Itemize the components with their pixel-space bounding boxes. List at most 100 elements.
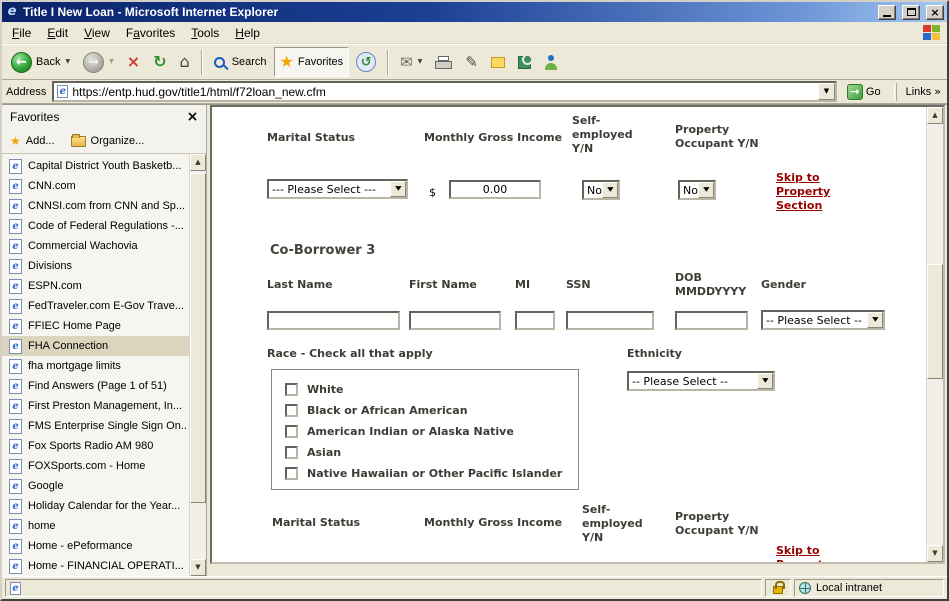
favorite-item[interactable]: e CNN.com <box>2 176 189 196</box>
favorite-item[interactable]: e Code of Federal Regulations -... <box>2 216 189 236</box>
close-button[interactable]: × <box>926 5 944 20</box>
favorite-item[interactable]: e fha mortgage limits <box>2 356 189 376</box>
favorite-item[interactable]: e FedTraveler.com E-Gov Trave... <box>2 296 189 316</box>
scrollbar-thumb[interactable] <box>190 173 206 503</box>
ie-favorite-icon: e <box>9 279 22 294</box>
favorite-item[interactable]: e Google <box>2 476 189 496</box>
stop-button[interactable]: × <box>121 47 146 77</box>
messenger-button[interactable] <box>538 47 564 77</box>
mail-dropdown-icon[interactable]: ▼ <box>418 59 423 65</box>
skip-to-property-link[interactable]: Skip to Property Section <box>776 171 838 213</box>
gender-select[interactable]: -- Please Select -- ▼ <box>761 310 885 330</box>
toolbar-separator <box>387 50 389 75</box>
links-toolbar[interactable]: Links » <box>906 86 943 98</box>
favorite-item[interactable]: e FMS Enterprise Single Sign On... <box>2 416 189 436</box>
race-checkbox[interactable] <box>285 404 298 417</box>
minimize-button[interactable] <box>878 5 896 20</box>
menu-item[interactable]: Favorites <box>118 23 183 43</box>
add-favorite-button[interactable]: ★ Add... <box>10 135 55 147</box>
close-favorites-button[interactable]: × <box>184 109 201 126</box>
race-checkbox[interactable] <box>285 383 298 396</box>
favorite-item[interactable]: e ESPN.com <box>2 276 189 296</box>
page-scrollbar[interactable]: ▲ ▼ <box>926 107 943 562</box>
home-button[interactable]: ⌂ <box>174 47 196 77</box>
last-name-input[interactable] <box>267 311 400 330</box>
research-icon <box>518 56 531 69</box>
favorite-item[interactable]: e Find Answers (Page 1 of 51) <box>2 376 189 396</box>
scrollbar-track[interactable] <box>927 124 943 545</box>
dropdown-button[interactable]: ▼ <box>390 181 406 197</box>
address-url[interactable]: https://entp.hud.gov/title1/html/f72loan… <box>72 85 814 99</box>
race-checkbox[interactable] <box>285 425 298 438</box>
ie-favorite-icon: e <box>9 519 22 534</box>
links-drag-handle[interactable] <box>894 83 897 101</box>
monthly-income-input[interactable] <box>449 180 541 199</box>
favorite-item[interactable]: e First Preston Management, In... <box>2 396 189 416</box>
scroll-down-button[interactable]: ▼ <box>190 559 206 576</box>
dropdown-button[interactable]: ▼ <box>602 182 618 198</box>
history-button[interactable]: ↺ <box>350 47 382 77</box>
dropdown-button[interactable]: ▼ <box>867 312 883 328</box>
go-button[interactable]: → Go <box>843 84 885 100</box>
self-employed-select[interactable]: No ▼ <box>582 180 620 200</box>
research-button[interactable] <box>512 47 537 77</box>
favorite-item[interactable]: e CNNSI.com from CNN and Sp... <box>2 196 189 216</box>
print-button[interactable] <box>429 47 458 77</box>
favorites-button[interactable]: ★ Favorites <box>274 47 350 77</box>
favorites-scrollbar[interactable]: ▲ ▼ <box>189 154 206 576</box>
menu-item[interactable]: Tools <box>183 23 227 43</box>
dropdown-button[interactable]: ▼ <box>757 373 773 389</box>
organize-favorites-button[interactable]: Organize... <box>71 135 145 147</box>
search-button[interactable]: Search <box>208 47 273 77</box>
favorite-item[interactable]: e FOXSports.com - Home <box>2 456 189 476</box>
chevron-down-icon: ▼ <box>607 187 613 193</box>
favorite-item[interactable]: e Home - ePeformance <box>2 536 189 556</box>
property-occupant-select[interactable]: No ▼ <box>678 180 716 200</box>
address-dropdown-button[interactable]: ▼ <box>818 83 835 100</box>
scroll-down-button[interactable]: ▼ <box>927 545 943 562</box>
marital-status-select[interactable]: --- Please Select --- ▼ <box>267 179 408 199</box>
maximize-icon <box>907 8 916 16</box>
menu-item[interactable]: File <box>4 23 39 43</box>
back-icon: ← <box>11 52 32 73</box>
favorite-item[interactable]: e FFIEC Home Page <box>2 316 189 336</box>
toolbar: ← Back ▼ → ▼ × ↻ ⌂ Search ★ Favorites ↺ … <box>2 44 947 80</box>
favorite-item[interactable]: e Home - FINANCIAL OPERATI... <box>2 556 189 576</box>
favorite-item[interactable]: e Divisions <box>2 256 189 276</box>
mail-icon: ✉ <box>400 55 413 70</box>
edit-button[interactable]: ✎ <box>459 47 484 77</box>
maximize-button[interactable] <box>902 5 920 20</box>
scroll-up-button[interactable]: ▲ <box>927 107 943 124</box>
favorite-item[interactable]: e Commercial Wachovia <box>2 236 189 256</box>
chevrons-icon[interactable]: » <box>934 86 941 97</box>
ethnicity-select[interactable]: -- Please Select -- ▼ <box>627 371 775 391</box>
middle-initial-input[interactable] <box>515 311 555 330</box>
dob-input[interactable] <box>675 311 748 330</box>
mail-button[interactable]: ✉ ▼ <box>394 47 428 77</box>
back-button[interactable]: ← Back ▼ <box>5 47 76 77</box>
address-input[interactable]: e https://entp.hud.gov/title1/html/f72lo… <box>52 81 837 102</box>
forward-button[interactable]: → ▼ <box>77 47 120 77</box>
menu-item[interactable]: Edit <box>39 23 76 43</box>
first-name-input[interactable] <box>409 311 501 330</box>
dropdown-button[interactable]: ▼ <box>698 182 714 198</box>
race-checkbox[interactable] <box>285 446 298 459</box>
favorite-item[interactable]: e FHA Connection <box>2 336 189 356</box>
skip-to-property-link[interactable]: Skip to Property Section <box>776 544 838 562</box>
race-checkbox[interactable] <box>285 467 298 480</box>
scroll-up-button[interactable]: ▲ <box>190 154 206 171</box>
back-dropdown-icon[interactable]: ▼ <box>65 59 70 65</box>
scrollbar-track[interactable] <box>190 171 206 559</box>
favorite-item[interactable]: e Fox Sports Radio AM 980 <box>2 436 189 456</box>
menu-item[interactable]: View <box>76 23 118 43</box>
favorite-item[interactable]: e Capital District Youth Basketb... <box>2 156 189 176</box>
discuss-button[interactable] <box>485 47 511 77</box>
scrollbar-thumb[interactable] <box>927 264 943 379</box>
ssn-input[interactable] <box>566 311 654 330</box>
self-employed-value: No <box>584 182 602 198</box>
menu-item[interactable]: Help <box>227 23 268 43</box>
favorite-item[interactable]: e Holiday Calendar for the Year... <box>2 496 189 516</box>
menu-bar: File Edit View Favorites Tools Help <box>2 22 947 44</box>
refresh-button[interactable]: ↻ <box>147 47 172 77</box>
favorite-item[interactable]: e home <box>2 516 189 536</box>
